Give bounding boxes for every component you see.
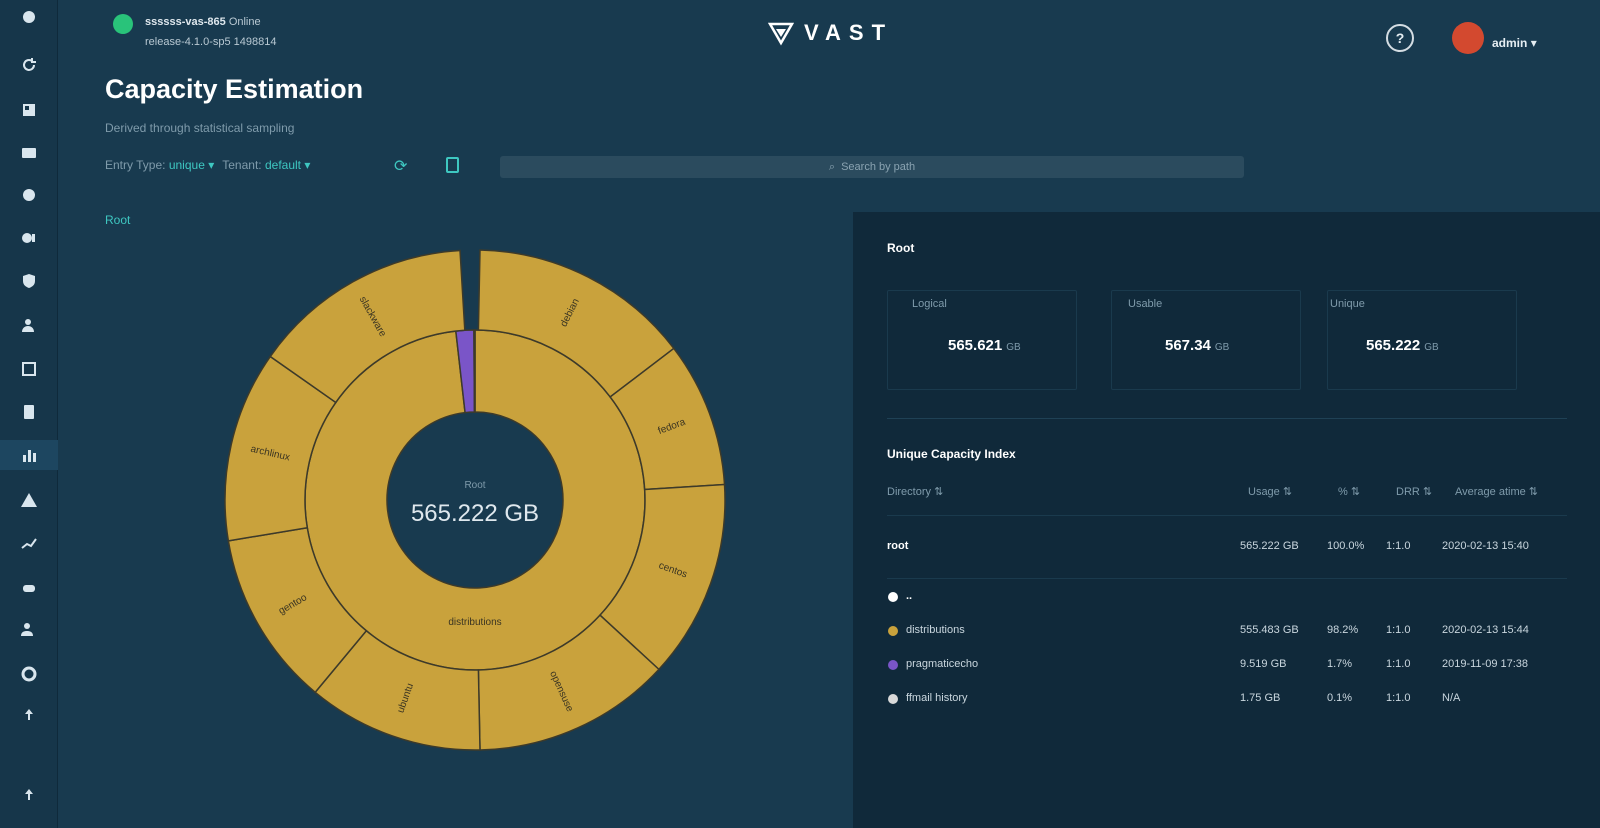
table-row-root-drr: 1:1.0 xyxy=(1386,540,1411,552)
cluster-version: release-4.1.0-sp5 1498814 xyxy=(145,36,277,48)
table-row-atime: 2020-02-13 15:44 xyxy=(1442,624,1529,636)
stat-value-usable: 567.34 GB xyxy=(1165,337,1230,354)
table-row-drr: 1:1.0 xyxy=(1386,692,1411,704)
stat-label-usable: Usable xyxy=(1128,298,1163,310)
table-title: Unique Capacity Index xyxy=(887,447,1016,461)
hardware-icon[interactable] xyxy=(0,354,58,384)
column-header-atime[interactable]: Average atime ⇅ xyxy=(1455,485,1538,498)
legend-dot xyxy=(888,660,898,670)
table-row-root-pct: 100.0% xyxy=(1327,540,1365,552)
security-icon[interactable] xyxy=(0,266,58,296)
chart-center-label: Root xyxy=(464,480,486,491)
refresh-icon[interactable] xyxy=(0,50,58,80)
table-row-usage: 555.483 GB xyxy=(1240,624,1299,636)
analytics-icon[interactable] xyxy=(0,440,58,470)
vast-logo-icon xyxy=(768,22,794,46)
search-input[interactable]: ⌕ Search by path xyxy=(500,156,1244,178)
vast-logo: VAST xyxy=(768,18,893,48)
reports-icon[interactable] xyxy=(0,397,58,427)
legend-dot xyxy=(888,626,898,636)
table-row-parent[interactable]: .. xyxy=(906,590,912,602)
table-row-atime: N/A xyxy=(1442,692,1461,704)
column-header-usage[interactable]: Usage ⇅ xyxy=(1248,485,1292,498)
legend-dot xyxy=(888,694,898,704)
column-header-drr[interactable]: DRR ⇅ xyxy=(1396,485,1432,498)
row-divider xyxy=(887,515,1567,516)
page-subtitle: Derived through statistical sampling xyxy=(105,121,295,135)
column-header-directory[interactable]: Directory ⇅ xyxy=(887,485,943,498)
views-icon[interactable] xyxy=(0,138,58,168)
table-row-pct: 98.2% xyxy=(1327,624,1359,636)
column-header-percent[interactable]: % ⇅ xyxy=(1338,485,1360,498)
dashboard-icon[interactable] xyxy=(0,2,58,32)
table-row-pct: 1.7% xyxy=(1327,658,1353,670)
filters: Entry Type: unique ▾ Tenant: default ▾ xyxy=(105,158,310,172)
table-row-usage: 9.519 GB xyxy=(1240,658,1287,670)
table-row-drr: 1:1.0 xyxy=(1386,624,1411,636)
table-row-name[interactable]: pragmaticecho xyxy=(906,658,978,670)
help-icon[interactable]: ? xyxy=(1386,24,1414,52)
legend-dot xyxy=(888,592,898,602)
table-row-pct: 0.1% xyxy=(1327,692,1353,704)
cluster-status-icon xyxy=(113,14,133,34)
export-icon[interactable] xyxy=(445,156,460,179)
table-row-name[interactable]: distributions xyxy=(906,624,965,636)
collapse-icon[interactable] xyxy=(0,780,58,810)
panel-title: Root xyxy=(887,241,915,255)
settings-icon[interactable] xyxy=(0,659,58,689)
alerts-icon[interactable] xyxy=(0,485,58,515)
chart-center-value: 565.222 GB xyxy=(410,500,540,527)
replication-icon[interactable] xyxy=(0,223,58,253)
stat-value-logical: 565.621 GB xyxy=(948,337,1021,354)
search-icon: ⌕ xyxy=(828,160,836,173)
user-management-icon[interactable] xyxy=(0,310,58,340)
graph-icon[interactable] xyxy=(0,528,58,558)
divider xyxy=(887,418,1567,419)
breadcrumb[interactable]: Root xyxy=(105,213,130,227)
element-store-icon[interactable] xyxy=(0,95,58,125)
table-row-usage: 1.75 GB xyxy=(1240,692,1281,704)
page-title: Capacity Estimation xyxy=(105,74,364,104)
database-icon[interactable] xyxy=(0,180,58,210)
stat-label-unique: Unique xyxy=(1330,298,1365,310)
user-settings-icon[interactable] xyxy=(0,614,58,644)
sunburst-inner-segment-ffmail-history[interactable] xyxy=(473,329,476,413)
cluster-name[interactable]: ssssss-vas-865 Online xyxy=(145,16,261,28)
cluster-status: Online xyxy=(228,16,261,28)
avatar[interactable] xyxy=(1452,22,1484,54)
table-row-root-atime: 2020-02-13 15:40 xyxy=(1442,540,1529,552)
user-menu[interactable]: admin ▾ xyxy=(1492,36,1537,50)
sunburst-inner-label: distributions xyxy=(448,617,501,628)
tenant-filter[interactable]: Tenant: default ▾ xyxy=(222,158,310,172)
table-row-root-name[interactable]: root xyxy=(887,540,908,552)
entry-type-filter[interactable]: Entry Type: unique ▾ xyxy=(105,158,214,172)
table-row-name[interactable]: ffmail history xyxy=(906,692,968,704)
cloud-icon[interactable] xyxy=(0,572,58,602)
stat-label-logical: Logical xyxy=(912,298,947,310)
table-row-root-usage: 565.222 GB xyxy=(1240,540,1299,552)
row-divider xyxy=(887,578,1567,579)
stat-value-unique: 565.222 GB xyxy=(1366,337,1439,354)
chevron-down-icon: ▾ xyxy=(1530,36,1537,50)
refresh-icon[interactable]: ⟳ xyxy=(394,156,407,176)
table-row-drr: 1:1.0 xyxy=(1386,658,1411,670)
table-row-atime: 2019-11-09 17:38 xyxy=(1442,658,1529,670)
nav-rail xyxy=(0,0,58,828)
upload-icon[interactable] xyxy=(0,700,58,730)
